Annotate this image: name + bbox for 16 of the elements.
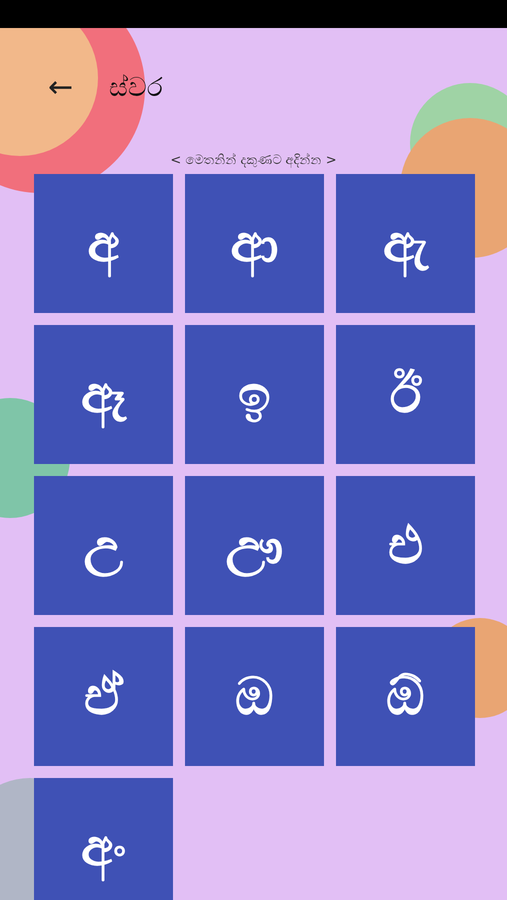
letter-tile[interactable]: ඉ	[185, 325, 324, 464]
letter-tile[interactable]: ඌ	[185, 476, 324, 615]
letter-tile[interactable]: ඊ	[336, 325, 475, 464]
letter-tile[interactable]: උ	[34, 476, 173, 615]
letter-tile[interactable]: ඈ	[34, 325, 173, 464]
letter-tile[interactable]: ඔ	[185, 627, 324, 766]
letter-tile[interactable]: ඒ	[34, 627, 173, 766]
letter-tile[interactable]: ආ	[185, 174, 324, 313]
back-button[interactable]: ←	[48, 73, 74, 103]
letter-tile[interactable]: ඕ	[336, 627, 475, 766]
letter-tile[interactable]: ඇ	[336, 174, 475, 313]
page-title: ස්වර	[109, 72, 164, 104]
letter-tile[interactable]: අ	[34, 174, 173, 313]
letter-tile[interactable]: එ	[336, 476, 475, 615]
letter-tile[interactable]: අං	[34, 778, 173, 900]
swipe-hint: < මෙතනින් දකුණට අදින්න >	[170, 152, 337, 170]
